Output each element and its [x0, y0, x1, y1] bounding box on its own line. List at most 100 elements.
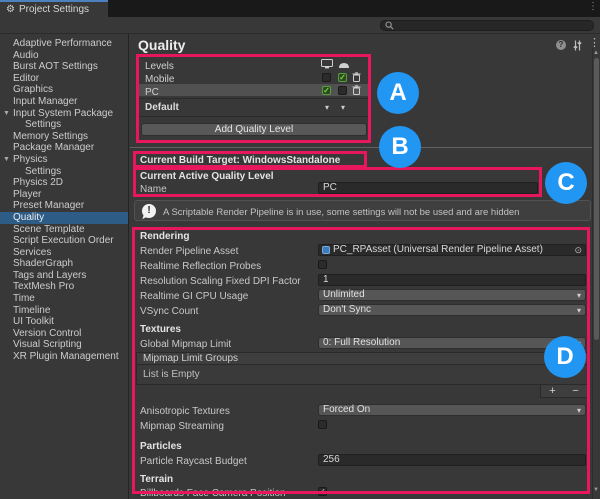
scroll-down-icon[interactable]: ▼	[593, 487, 599, 493]
tab-title: Project Settings	[19, 4, 89, 15]
sidebar-item-input-system-settings[interactable]: Settings	[0, 119, 128, 131]
anisotropic-textures-dropdown[interactable]: Forced On ▾	[318, 404, 586, 416]
resolution-scaling-dpi-field[interactable]: 1	[318, 274, 586, 286]
realtime-reflection-probes-checkbox[interactable]	[318, 260, 327, 269]
global-mipmap-limit-label: Global Mipmap Limit	[140, 339, 231, 350]
billboards-face-camera-label: Billboards Face Camera Position	[140, 488, 286, 499]
mipmap-limit-groups-footer: + −	[540, 385, 588, 398]
add-item-button[interactable]: +	[549, 386, 555, 397]
warning-icon: !	[142, 204, 156, 218]
render-pipeline-asset-field[interactable]: PC_RPAsset (Universal Render Pipeline As…	[318, 244, 586, 256]
trash-icon[interactable]	[352, 85, 361, 95]
default-mobile-dropdown-icon[interactable]: ▾	[341, 104, 345, 112]
level-row-highlight	[139, 84, 368, 96]
sidebar-item-script-execution-order[interactable]: Script Execution Order	[0, 235, 128, 247]
terrain-section-title: Terrain	[140, 474, 173, 485]
sidebar-item-version-control[interactable]: Version Control	[0, 328, 128, 340]
mipmap-streaming-checkbox[interactable]	[318, 420, 327, 429]
sidebar-item-physics[interactable]: ▼ Physics	[0, 154, 128, 166]
mipmap-limit-groups-list: List is Empty	[136, 365, 588, 385]
foldout-icon[interactable]: ▼	[3, 108, 10, 120]
srp-helpbox: ! A Scriptable Render Pipeline is in use…	[134, 200, 591, 221]
scrollbar-thumb[interactable]	[594, 58, 599, 340]
sidebar-item-adaptive-performance[interactable]: Adaptive Performance	[0, 38, 128, 50]
section-divider	[130, 147, 592, 148]
vsync-count-dropdown[interactable]: Don't Sync ▾	[318, 304, 586, 316]
sidebar-item-audio[interactable]: Audio	[0, 50, 128, 62]
vsync-count-label: VSync Count	[140, 306, 198, 317]
asset-icon	[322, 246, 330, 254]
help-icon[interactable]: ?	[556, 40, 566, 50]
object-picker-icon[interactable]: ⊙	[574, 245, 582, 255]
level-mobile-desktop-checkbox[interactable]	[322, 73, 331, 82]
realtime-gi-cpu-dropdown[interactable]: Unlimited ▾	[318, 289, 586, 301]
sidebar-item-time[interactable]: Time	[0, 293, 128, 305]
particles-section-title: Particles	[140, 441, 182, 452]
sidebar-item-burst-aot-settings[interactable]: Burst AOT Settings	[0, 61, 128, 73]
search-input[interactable]	[380, 20, 594, 31]
level-row-pc-label[interactable]: PC	[145, 87, 159, 98]
add-quality-level-button[interactable]: Add Quality Level	[141, 123, 367, 136]
textures-section-title: Textures	[140, 324, 181, 335]
divider	[139, 98, 368, 99]
anisotropic-textures-label: Anisotropic Textures	[140, 406, 230, 417]
quality-name-field[interactable]: PC	[318, 182, 538, 194]
sidebar-item-editor[interactable]: Editor	[0, 73, 128, 85]
sidebar-item-input-manager[interactable]: Input Manager	[0, 96, 128, 108]
sidebar-item-player[interactable]: Player	[0, 189, 128, 201]
sidebar-item-graphics[interactable]: Graphics	[0, 84, 128, 96]
level-mobile-mobile-checkbox[interactable]: ✓	[338, 73, 347, 82]
current-build-target-label: Current Build Target: WindowsStandalone	[140, 155, 340, 166]
sidebar-item-shadergraph[interactable]: ShaderGraph	[0, 258, 128, 270]
sidebar-item-tags-and-layers[interactable]: Tags and Layers	[0, 270, 128, 282]
sidebar-item-physics-settings[interactable]: Settings	[0, 166, 128, 178]
annotation-badge-a: A	[377, 72, 419, 114]
level-pc-mobile-checkbox[interactable]	[338, 86, 347, 95]
sidebar-item-textmesh-pro[interactable]: TextMesh Pro	[0, 281, 128, 293]
resolution-scaling-dpi-label: Resolution Scaling Fixed DPI Factor	[140, 276, 301, 287]
helpbox-text: A Scriptable Render Pipeline is in use, …	[163, 207, 519, 218]
sidebar-item-quality[interactable]: Quality	[0, 212, 128, 224]
trash-icon[interactable]	[352, 72, 361, 82]
levels-header-label: Levels	[145, 61, 174, 72]
settings-sidebar: Adaptive Performance Audio Burst AOT Set…	[0, 34, 129, 499]
sidebar-item-timeline[interactable]: Timeline	[0, 305, 128, 317]
render-pipeline-asset-label: Render Pipeline Asset	[140, 246, 238, 257]
name-label: Name	[140, 184, 167, 195]
chevron-down-icon: ▾	[577, 406, 581, 416]
chevron-down-icon: ▾	[577, 291, 581, 301]
tab-strip: ⚙ Project Settings ⋮	[0, 0, 600, 17]
foldout-icon[interactable]: ▼	[3, 154, 10, 166]
sidebar-item-scene-template[interactable]: Scene Template	[0, 224, 128, 236]
sidebar-item-services[interactable]: Services	[0, 247, 128, 259]
sidebar-item-memory-settings[interactable]: Memory Settings	[0, 131, 128, 143]
mobile-platform-icon	[338, 61, 350, 69]
rendering-section-title: Rendering	[140, 231, 189, 242]
scroll-up-icon[interactable]: ▲	[593, 50, 599, 56]
sidebar-item-ui-toolkit[interactable]: UI Toolkit	[0, 316, 128, 328]
default-desktop-dropdown-icon[interactable]: ▾	[325, 104, 329, 112]
sidebar-item-physics-2d[interactable]: Physics 2D	[0, 177, 128, 189]
level-row-mobile-label[interactable]: Mobile	[145, 74, 174, 85]
sidebar-item-preset-manager[interactable]: Preset Manager	[0, 200, 128, 212]
default-quality-label: Default	[145, 102, 179, 113]
mipmap-streaming-label: Mipmap Streaming	[140, 421, 224, 432]
sidebar-item-visual-scripting[interactable]: Visual Scripting	[0, 339, 128, 351]
mipmap-limit-groups-header[interactable]: Mipmap Limit Groups	[136, 352, 588, 365]
level-pc-desktop-checkbox[interactable]: ✓	[322, 86, 331, 95]
tab-project-settings[interactable]: ⚙ Project Settings	[0, 0, 108, 17]
particle-raycast-budget-field[interactable]: 256	[318, 454, 586, 466]
remove-item-button[interactable]: −	[572, 386, 578, 397]
current-active-quality-label: Current Active Quality Level	[140, 171, 274, 182]
global-mipmap-limit-dropdown[interactable]: 0: Full Resolution ▾	[318, 337, 586, 349]
sidebar-item-package-manager[interactable]: Package Manager	[0, 142, 128, 154]
window-menu-icon[interactable]: ⋮	[588, 2, 598, 12]
billboards-face-camera-checkbox[interactable]: ✓	[318, 487, 327, 496]
page-title: Quality	[138, 37, 185, 53]
sidebar-item-input-system-package[interactable]: ▼ Input System Package	[0, 108, 128, 120]
sidebar-item-xr-plugin-management[interactable]: XR Plugin Management	[0, 351, 128, 363]
realtime-reflection-probes-label: Realtime Reflection Probes	[140, 261, 261, 272]
search-icon	[385, 21, 394, 30]
chevron-down-icon: ▾	[577, 339, 581, 349]
preset-sliders-icon[interactable]	[572, 40, 583, 51]
